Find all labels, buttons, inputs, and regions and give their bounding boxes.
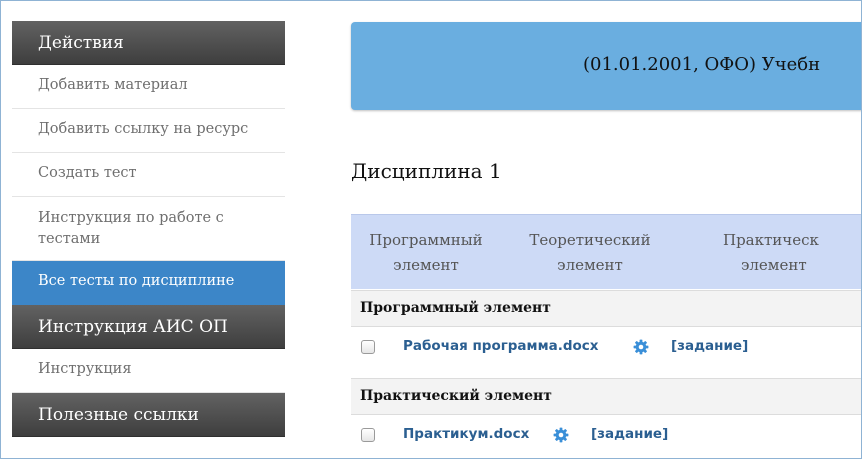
sidebar-item-label: Инструкция по работе с xyxy=(38,210,224,226)
file-link[interactable]: Рабочая программа.docx xyxy=(403,338,599,354)
file-row: Практикум.docx [задание] xyxy=(351,415,861,455)
sidebar-header-ais-instructions[interactable]: Инструкция АИС ОП xyxy=(12,305,285,349)
sidebar-item-label: Добавить ссылку на ресурс xyxy=(38,121,249,137)
file-checkbox[interactable] xyxy=(361,428,375,442)
sidebar-item-label: Создать тест xyxy=(38,165,137,181)
section-row-practice: Практический элемент xyxy=(351,378,861,415)
sidebar-item-label-line2: тестами xyxy=(38,231,101,247)
sidebar-item-instructions[interactable]: Инструкция xyxy=(12,349,285,393)
sidebar: Действия Добавить материал Добавить ссыл… xyxy=(12,21,285,437)
discipline-title: Дисциплина 1 xyxy=(351,159,502,183)
section-label: Практический элемент xyxy=(360,388,552,404)
column-header-line2: элемент xyxy=(393,256,459,274)
sidebar-item-all-tests[interactable]: Все тесты по дисциплине xyxy=(12,261,285,305)
sidebar-item-test-instructions[interactable]: Инструкция по работе с тестами xyxy=(12,197,285,261)
column-header-line2: элемент xyxy=(741,256,807,274)
column-header-line1: Теоретический xyxy=(529,231,651,249)
section-row-program: Программный элемент xyxy=(351,290,861,327)
file-link[interactable]: Практикум.docx xyxy=(403,426,529,442)
file-row: Рабочая программа.docx [задание] xyxy=(351,327,861,367)
sidebar-header-useful-links[interactable]: Полезные ссылки xyxy=(12,393,285,437)
table-header: Программный элемент Теоретический элемен… xyxy=(351,214,861,289)
sidebar-item-label: Все тесты по дисциплине xyxy=(38,273,235,289)
sidebar-item-label: Добавить материал xyxy=(38,77,188,93)
course-banner: (01.01.2001, ОФО) Учебн xyxy=(351,22,861,110)
column-header-theory[interactable]: Теоретический элемент xyxy=(529,228,651,278)
task-link[interactable]: [задание] xyxy=(591,426,668,442)
column-header-line2: элемент xyxy=(557,256,623,274)
sidebar-item-label: Инструкция xyxy=(38,361,132,377)
column-header-line1: Программный xyxy=(369,231,483,249)
column-header-line1: Практическ xyxy=(723,231,819,249)
course-banner-text: (01.01.2001, ОФО) Учебн xyxy=(583,54,821,75)
column-header-practice[interactable]: Практическ элемент xyxy=(723,228,841,278)
column-header-program[interactable]: Программный элемент xyxy=(367,228,485,278)
gear-icon[interactable] xyxy=(553,427,569,443)
page-frame: Действия Добавить материал Добавить ссыл… xyxy=(0,0,862,459)
gear-icon[interactable] xyxy=(633,339,649,355)
sidebar-item-add-material[interactable]: Добавить материал xyxy=(12,65,285,109)
sidebar-item-add-link[interactable]: Добавить ссылку на ресурс xyxy=(12,109,285,153)
sidebar-header-actions[interactable]: Действия xyxy=(12,21,285,65)
task-link[interactable]: [задание] xyxy=(671,338,748,354)
file-checkbox[interactable] xyxy=(361,340,375,354)
sidebar-item-create-test[interactable]: Создать тест xyxy=(12,153,285,197)
section-label: Программный элемент xyxy=(360,300,551,316)
